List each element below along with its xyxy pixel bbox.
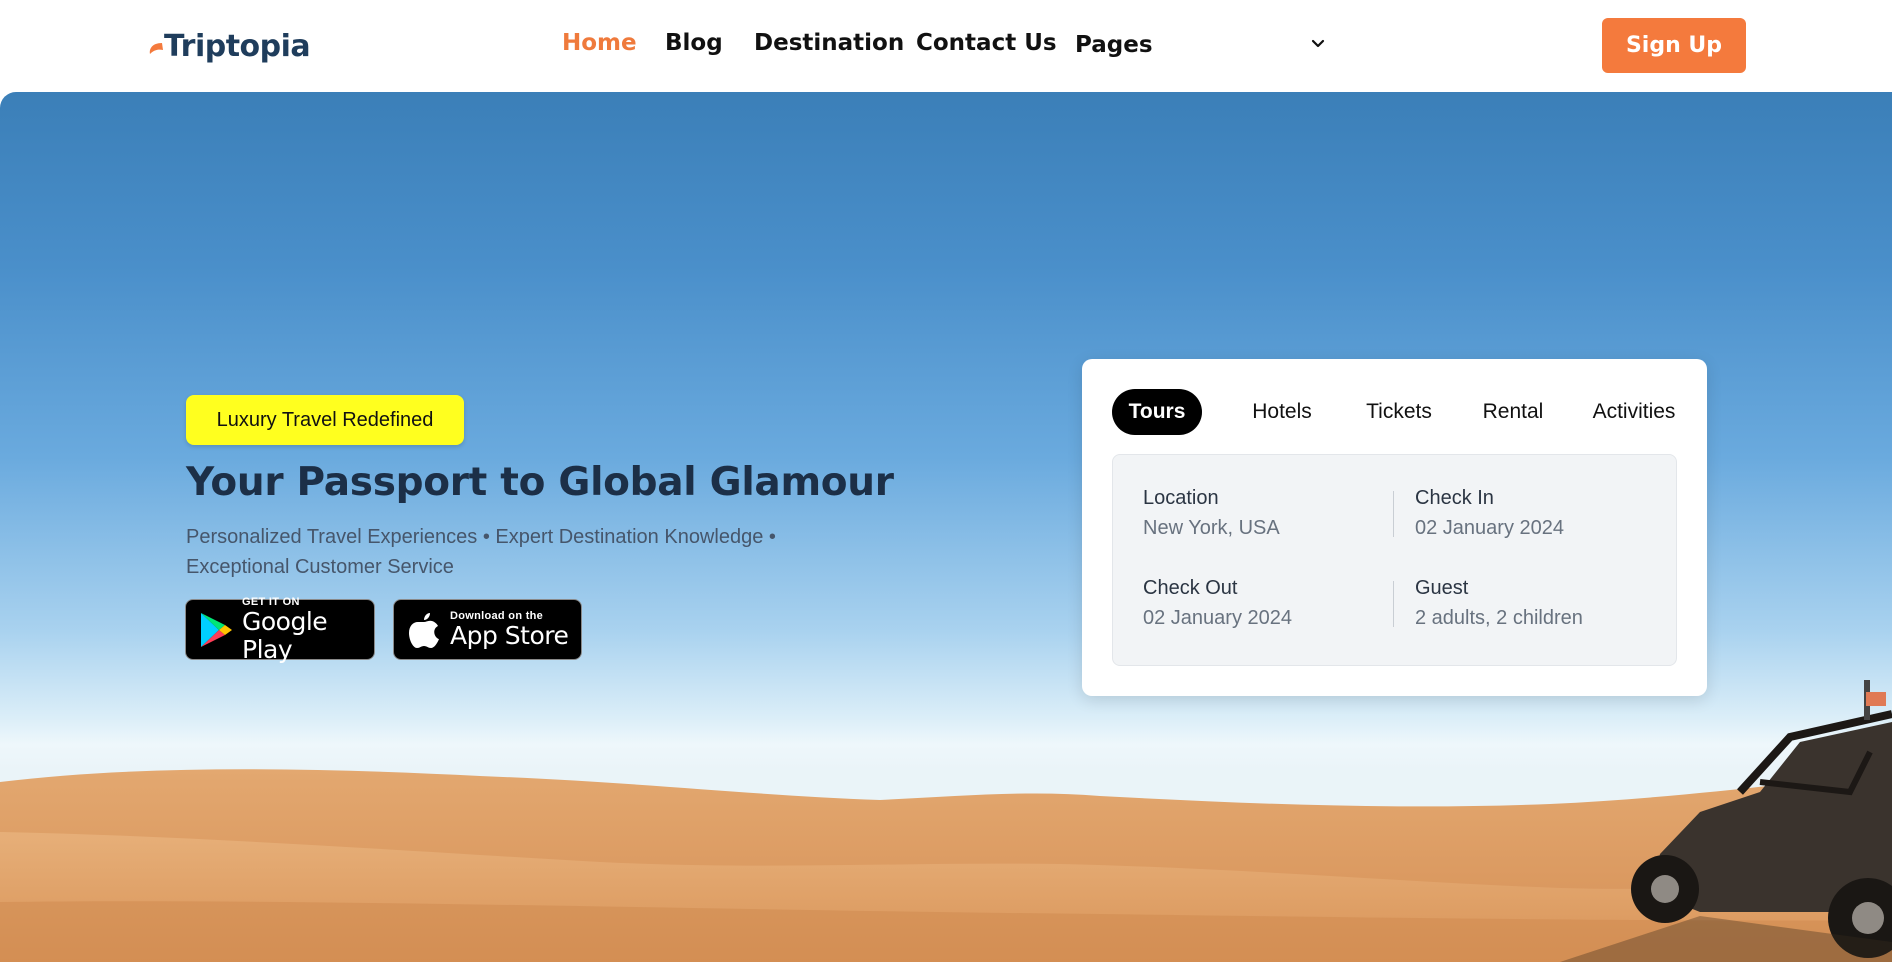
field-divider (1393, 581, 1394, 627)
app-store-button[interactable]: Download on the App Store (393, 599, 582, 660)
hero-section: Luxury Travel Redefined Your Passport to… (0, 92, 1892, 962)
hero-title: Your Passport to Global Glamour (186, 460, 894, 505)
site-header: Triptopia Home Blog Destination Contact … (0, 0, 1892, 92)
guest-value: 2 adults, 2 children (1415, 607, 1583, 629)
field-divider (1393, 491, 1394, 537)
nav-blog[interactable]: Blog (665, 30, 723, 56)
guest-label: Guest (1415, 577, 1469, 599)
sign-up-button[interactable]: Sign Up (1602, 18, 1746, 73)
location-value: New York, USA (1143, 517, 1280, 539)
tab-hotels[interactable]: Hotels (1242, 389, 1322, 435)
google-play-button[interactable]: GET IT ON Google Play (185, 595, 375, 663)
check-in-field[interactable]: Check In 02 January 2024 (1415, 485, 1564, 541)
luxury-travel-badge: Luxury Travel Redefined (186, 395, 464, 445)
tab-rental[interactable]: Rental (1476, 389, 1550, 435)
google-play-big-text: Google Play (242, 606, 328, 664)
app-store-big-text: App Store (450, 620, 569, 650)
check-in-value: 02 January 2024 (1415, 517, 1565, 539)
apple-icon (408, 611, 440, 649)
tab-tours[interactable]: Tours (1112, 389, 1202, 435)
nav-pages[interactable]: Pages (1075, 32, 1153, 58)
check-out-label: Check Out (1143, 577, 1238, 599)
nav-home[interactable]: Home (562, 30, 637, 56)
nav-contact-us[interactable]: Contact Us (916, 30, 1057, 56)
location-field[interactable]: Location New York, USA (1143, 485, 1280, 541)
hero-subtitle: Personalized Travel Experiences • Expert… (186, 526, 776, 578)
app-store-small-text: Download on the (450, 609, 544, 622)
tab-tickets[interactable]: Tickets (1358, 389, 1440, 435)
check-out-field[interactable]: Check Out 02 January 2024 (1143, 575, 1292, 631)
check-in-label: Check In (1415, 487, 1494, 509)
booking-search-card: Tours Hotels Tickets Rental Activities L… (1082, 359, 1707, 696)
google-play-icon (199, 611, 233, 649)
guest-field[interactable]: Guest 2 adults, 2 children (1415, 575, 1583, 631)
check-out-value: 02 January 2024 (1143, 607, 1293, 629)
google-play-small-text: GET IT ON (242, 595, 300, 608)
chevron-down-icon[interactable] (1308, 34, 1328, 54)
search-fields-panel: Location New York, USA Check In 02 Janua… (1112, 454, 1677, 666)
nav-destination[interactable]: Destination (754, 30, 904, 56)
tab-activities[interactable]: Activities (1591, 389, 1677, 435)
location-label: Location (1143, 487, 1219, 509)
